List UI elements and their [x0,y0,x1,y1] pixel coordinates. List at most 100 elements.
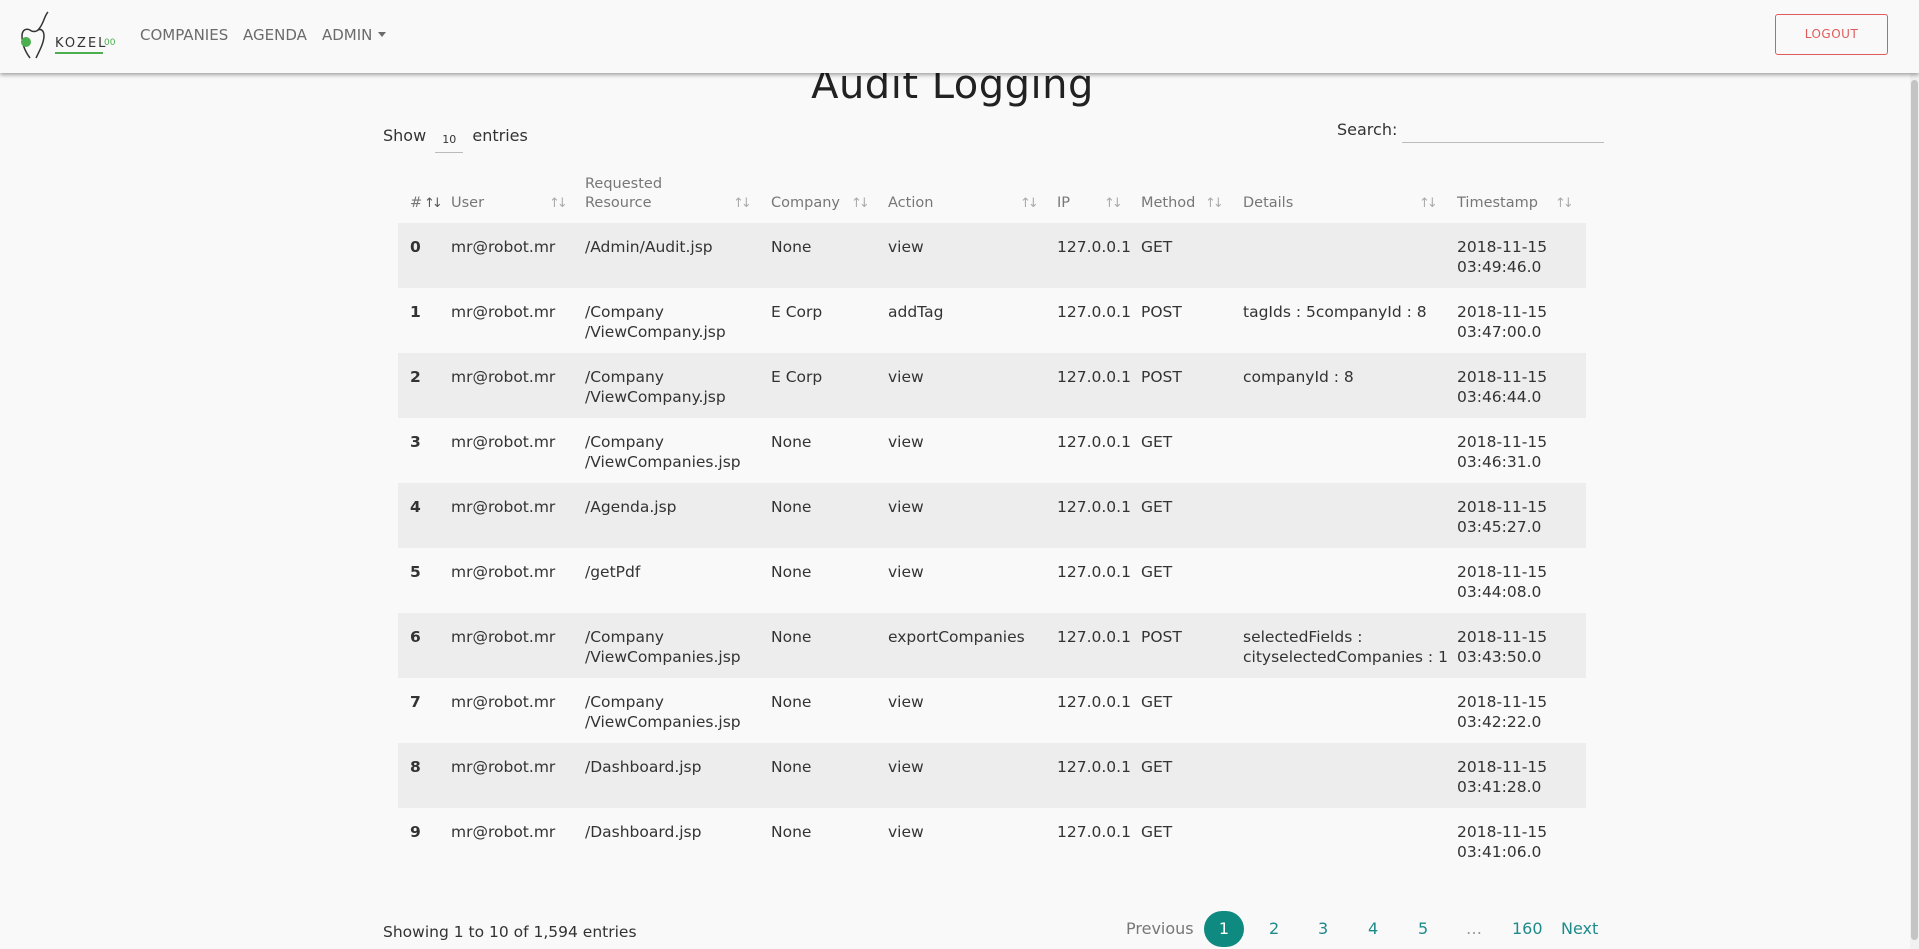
cell-method: GET [1141,743,1243,808]
cell-company: None [771,823,812,841]
cell-details: tagIds : 5companyId : 8 [1243,303,1427,321]
cell-ip: 127.0.0.1 [1057,303,1131,321]
cell-index: 9 [410,823,421,841]
pagination-next[interactable]: Next [1561,919,1598,938]
cell-requested-resource: /Dashboard.jsp [585,823,702,841]
pagination-previous[interactable]: Previous [1126,919,1194,938]
cell-method: POST [1141,303,1182,321]
sort-icon: ↑↓ [1205,196,1224,211]
nav-agenda-link[interactable]: AGENDA [243,26,307,44]
cell-index: 1 [410,303,421,321]
cell-method: POST [1141,613,1243,678]
table-row: 0 mr@robot.mr/Admin/Audit.jsp None view 127.… [398,223,1586,288]
timestamp-date: 2018-11-15 [1457,563,1548,581]
table-row: 7 mr@robot.mr/Company /ViewCompanies.jsp N… [398,678,1586,743]
nav-admin-label: ADMIN [322,26,373,44]
timestamp-time: 03:45:27.0 [1457,518,1542,536]
pagination-page-1[interactable]: 1 [1204,911,1244,947]
cell-requested-resource: /Company /ViewCompanies.jsp [585,613,771,678]
cell-ip: 127.0.0.1 [1057,693,1131,711]
logout-button[interactable]: LOGOUT [1775,14,1888,55]
pagination-page-160[interactable]: 160 [1512,919,1543,938]
pagination-page-4[interactable]: 4 [1368,919,1378,938]
pagination-page-2[interactable]: 2 [1269,919,1279,938]
cell-timestamp: 2018-11-15 03:41:06.0 [1457,808,1586,873]
cell-details [1243,483,1457,548]
column-header-details[interactable]: Details ↑↓ [1243,175,1457,223]
audit-log-table: # ↑↓ User ↑↓ Requested Resource ↑↓ Company ↑… [398,175,1586,873]
column-header-ip[interactable]: IP ↑↓ [1057,175,1141,223]
cell-requested-resource: /Company /ViewCompany.jsp [585,353,771,418]
entries-count-select[interactable]: 10 [435,133,464,153]
cell-company: None [771,433,812,451]
cell-company: E Corp [771,353,888,418]
cell-requested-resource: /Company /ViewCompany.jsp [585,303,726,341]
column-header-requested-resource[interactable]: Requested Resource ↑↓ [585,175,771,223]
cell-details [1243,223,1457,288]
cell-user: mr@robot.mr [451,823,556,841]
cell-index: 4 [398,483,451,548]
logo[interactable]: KOZEL 00 [14,10,118,62]
cell-ip: 127.0.0.1 [1057,223,1141,288]
column-header-company[interactable]: Company ↑↓ [771,175,888,223]
cell-user: mr@robot.mr [451,483,585,548]
cell-index: 6 [398,613,451,678]
cell-user: mr@robot.mr [451,353,585,418]
cell-requested-resource: /Company /ViewCompanies.jsp [585,693,741,731]
column-header-index[interactable]: # ↑↓ [398,175,451,223]
cell-timestamp: 2018-11-15 03:45:27.0 [1457,483,1586,548]
column-header-method[interactable]: Method ↑↓ [1141,175,1243,223]
sort-asc-icon: ↑↓ [424,196,443,211]
cell-timestamp: 2018-11-15 03:49:46.0 [1457,223,1586,288]
cell-ip: 127.0.0.1 [1057,433,1131,451]
timestamp-date: 2018-11-15 [1457,628,1548,646]
cell-requested-resource: /Company /ViewCompanies.jsp [585,433,741,471]
search-input[interactable] [1402,118,1604,143]
timestamp-time: 03:41:28.0 [1457,778,1542,796]
cell-timestamp: 2018-11-15 03:46:31.0 [1457,418,1586,483]
cell-company: None [771,483,888,548]
cell-timestamp: 2018-11-15 03:42:22.0 [1457,678,1586,743]
entries-length-control: Show 10 entries [383,126,528,153]
nav-admin-dropdown[interactable]: ADMIN [322,26,387,44]
cell-method: GET [1141,693,1173,711]
timestamp-date: 2018-11-15 [1457,693,1548,711]
nav-companies-link[interactable]: COMPANIES [140,26,228,44]
cell-action: view [888,353,1057,418]
table-info: Showing 1 to 10 of 1,594 entries [383,923,637,941]
cell-index: 2 [398,353,451,418]
pagination-page-5[interactable]: 5 [1418,919,1428,938]
cell-user: mr@robot.mr [451,563,556,581]
table-row: 8 mr@robot.mr/Dashboard.jsp None view 127.0.… [398,743,1586,808]
cell-index: 8 [398,743,451,808]
cell-details [1243,808,1457,873]
cell-action: view [888,563,924,581]
cell-action: exportCompanies [888,613,1057,678]
pagination-ellipsis: … [1466,919,1482,938]
table-row: 1 mr@robot.mr/Company /ViewCompany.jsp E C… [398,288,1586,353]
show-label: Show [383,126,427,145]
column-header-action[interactable]: Action ↑↓ [888,175,1057,223]
timestamp-time: 03:46:31.0 [1457,453,1542,471]
cell-timestamp: 2018-11-15 03:44:08.0 [1457,548,1586,613]
search-label: Search: [1337,120,1398,139]
cell-details [1243,678,1457,743]
pagination-page-3[interactable]: 3 [1318,919,1328,938]
table-row: 6 mr@robot.mr/Company /ViewCompanies.jsp N… [398,613,1586,678]
sort-icon: ↑↓ [549,196,568,211]
column-header-timestamp[interactable]: Timestamp ↑↓ [1457,175,1586,223]
cell-user: mr@robot.mr [451,613,585,678]
cell-ip: 127.0.0.1 [1057,563,1131,581]
logo-underline [55,52,103,54]
column-header-user[interactable]: User ↑↓ [451,175,585,223]
cell-index: 5 [410,563,421,581]
timestamp-date: 2018-11-15 [1457,498,1548,516]
cell-action: view [888,433,924,451]
sort-icon: ↑↓ [1020,196,1039,211]
cell-ip: 127.0.0.1 [1057,823,1131,841]
cell-company: None [771,223,888,288]
cell-details [1243,743,1457,808]
cell-requested-resource: /Admin/Audit.jsp [585,223,771,288]
scrollbar-thumb[interactable] [1911,80,1918,940]
timestamp-date: 2018-11-15 [1457,823,1548,841]
